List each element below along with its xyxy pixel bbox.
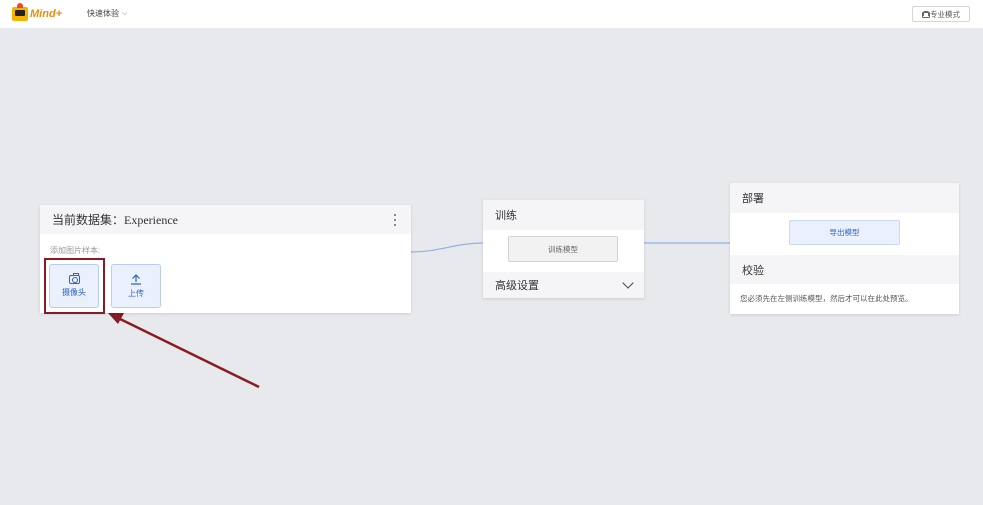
annotation-highlight-box <box>44 258 105 314</box>
deploy-title: 部署 <box>730 183 959 213</box>
training-title: 训练 <box>483 200 644 230</box>
annotation-arrow-shaft <box>115 315 260 389</box>
chevron-down-icon <box>622 277 634 289</box>
dataset-to-train-line <box>410 242 484 253</box>
deploy-card: 部署 导出模型 校验 您必须先在左侧训练模型，然后才可以在此处预览。 <box>730 183 959 314</box>
upload-icon <box>130 273 142 285</box>
add-samples-label: 添加图片样本: <box>50 246 101 255</box>
dataset-title: 当前数据集：Experience <box>52 213 178 227</box>
advanced-settings-toggle[interactable]: 高级设置 <box>483 272 644 298</box>
more-options-icon[interactable] <box>394 214 397 226</box>
validate-title: 校验 <box>730 255 959 284</box>
training-card: 训练 训练模型 高级设置 <box>483 200 644 298</box>
validate-message: 您必须先在左侧训练模型，然后才可以在此处预览。 <box>740 294 913 303</box>
upload-label: 上传 <box>128 288 144 298</box>
train-model-button[interactable]: 训练模型 <box>508 236 618 262</box>
upload-button[interactable]: 上传 <box>111 264 161 308</box>
advanced-settings-label: 高级设置 <box>495 280 539 292</box>
export-model-button[interactable]: 导出模型 <box>789 220 900 245</box>
dataset-card-header: 当前数据集：Experience <box>40 205 411 234</box>
